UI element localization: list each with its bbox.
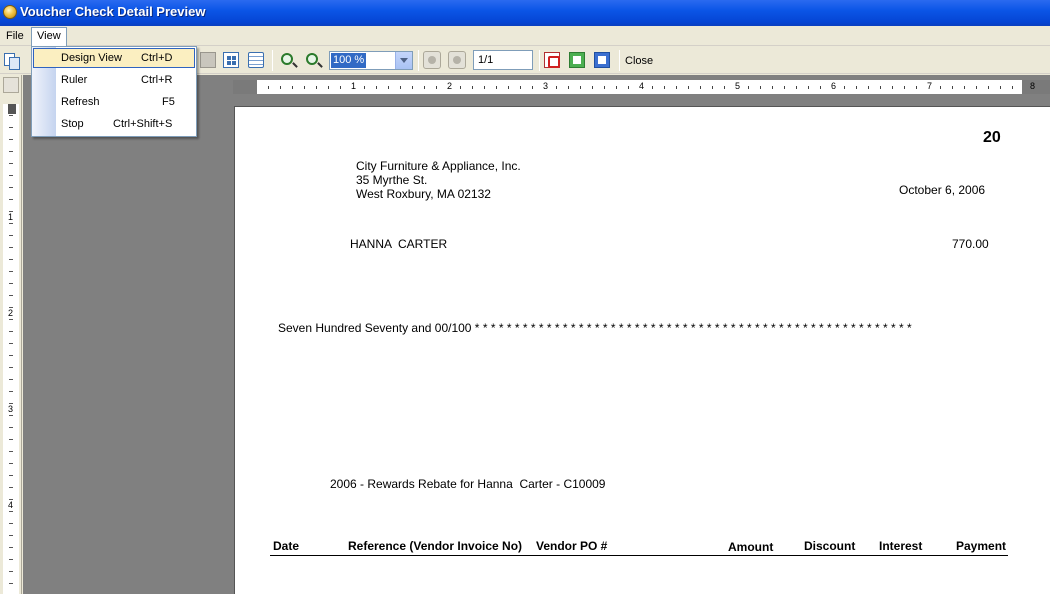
ruler-cap xyxy=(8,104,16,114)
menu-view[interactable]: View xyxy=(31,27,67,46)
window-title: Voucher Check Detail Preview xyxy=(20,4,206,19)
column-header-reference: Reference (Vendor Invoice No) xyxy=(348,539,523,553)
column-header-vendor-po: Vendor PO # xyxy=(536,539,608,553)
print-icon[interactable] xyxy=(248,52,264,68)
multi-page-icon[interactable] xyxy=(223,52,239,68)
menu-item-label: Stop xyxy=(61,118,84,130)
view-menu-dropdown: Design View Ctrl+D Ruler Ctrl+R Refresh … xyxy=(31,46,197,137)
zoom-select[interactable]: 100 % xyxy=(329,51,413,70)
chevron-down-icon[interactable] xyxy=(395,52,412,69)
ruler-mark: 5 xyxy=(734,81,742,91)
column-header-amount: Amount xyxy=(728,540,774,554)
toolbar-separator xyxy=(619,50,620,71)
vertical-ruler: 1 2 3 4 xyxy=(3,104,19,594)
company-city: West Roxbury, MA 02132 xyxy=(356,187,491,201)
page-number-input[interactable]: 1/1 xyxy=(473,50,533,70)
toolbar-separator xyxy=(539,50,540,71)
document-page: 20 City Furniture & Appliance, Inc. 35 M… xyxy=(234,106,1050,594)
company-street: 35 Myrthe St. xyxy=(356,173,428,187)
prev-page-button[interactable] xyxy=(423,51,441,69)
menu-item-label: Design View xyxy=(61,52,122,64)
zoom-out-icon[interactable] xyxy=(281,53,293,65)
menu-item-stop[interactable]: Stop Ctrl+Shift+S xyxy=(33,114,195,134)
check-amount: 770.00 xyxy=(952,237,989,251)
title-bar: Voucher Check Detail Preview xyxy=(0,0,1050,26)
check-date: October 6, 2006 xyxy=(899,183,986,197)
copy-icon[interactable] xyxy=(3,52,20,70)
ruler-mark: 3 xyxy=(8,404,14,414)
menu-item-label: Ruler xyxy=(61,74,88,86)
amount-in-words: Seven Hundred Seventy and 00/100 * * * *… xyxy=(278,321,912,335)
header-divider xyxy=(270,555,1008,556)
ruler-mark: 6 xyxy=(830,81,838,91)
menu-item-ruler[interactable]: Ruler Ctrl+R xyxy=(33,70,195,90)
menu-item-shortcut: Ctrl+Shift+S xyxy=(113,118,173,130)
menu-item-shortcut: F5 xyxy=(162,96,175,108)
ruler-mark: 4 xyxy=(638,81,646,91)
menu-item-shortcut: Ctrl+R xyxy=(141,74,173,86)
close-button[interactable]: Close xyxy=(625,55,653,67)
ruler-mark: 1 xyxy=(350,81,358,91)
app-icon xyxy=(3,5,17,19)
excel-export-icon[interactable] xyxy=(569,52,585,68)
column-header-discount: Discount xyxy=(804,539,856,553)
ruler-mark: 1 xyxy=(8,212,14,222)
ruler-cap xyxy=(233,80,257,94)
page-layout-icon[interactable] xyxy=(200,52,216,68)
payee-name: HANNA CARTER xyxy=(350,237,448,251)
menu-file[interactable]: File xyxy=(0,28,30,45)
next-page-button[interactable] xyxy=(448,51,466,69)
column-header-payment: Payment xyxy=(956,539,1007,553)
ruler-mark: 4 xyxy=(8,500,14,510)
ruler-mark: 2 xyxy=(8,308,14,318)
menu-item-refresh[interactable]: Refresh F5 xyxy=(33,92,195,112)
ruler-mark: 3 xyxy=(542,81,550,91)
ruler-mark: 2 xyxy=(446,81,454,91)
horizontal-ruler: 1 2 3 4 5 6 7 8 xyxy=(233,80,1050,94)
menu-bar: File View xyxy=(0,26,1050,46)
ruler-mark: 8 xyxy=(1030,81,1036,91)
company-name: City Furniture & Appliance, Inc. xyxy=(356,159,521,173)
toolbar-separator xyxy=(418,50,419,71)
menu-item-label: Refresh xyxy=(61,96,100,108)
word-export-icon[interactable] xyxy=(594,52,610,68)
toolbar-separator xyxy=(272,50,273,71)
ruler-corner xyxy=(3,77,19,93)
menu-item-design-view[interactable]: Design View Ctrl+D xyxy=(33,48,195,68)
ruler-cap: 8 xyxy=(1022,80,1050,94)
column-header-interest: Interest xyxy=(879,539,923,553)
check-number: 20 xyxy=(983,129,1001,146)
ruler-mark: 7 xyxy=(926,81,934,91)
menu-item-shortcut: Ctrl+D xyxy=(141,52,173,64)
check-memo: 2006 - Rewards Rebate for Hanna Carter -… xyxy=(330,477,606,491)
zoom-value: 100 % xyxy=(331,53,367,68)
company-address: City Furniture & Appliance, Inc. 35 Myrt… xyxy=(356,159,521,201)
pdf-export-icon[interactable] xyxy=(544,52,560,68)
zoom-in-icon[interactable] xyxy=(306,53,318,65)
column-header-date: Date xyxy=(273,539,300,553)
